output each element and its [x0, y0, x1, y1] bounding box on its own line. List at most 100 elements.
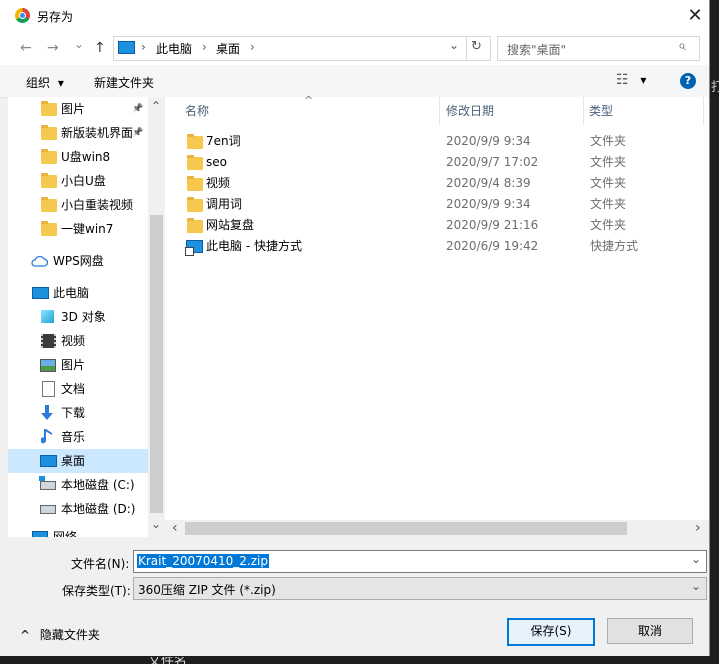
folder-icon	[41, 173, 57, 188]
cloud-icon	[31, 255, 48, 267]
hide-folders-toggle[interactable]: ^ 隐藏文件夹	[20, 626, 100, 643]
save-button[interactable]: 保存(S)	[507, 618, 595, 646]
tree-item-label: 图片	[61, 358, 86, 372]
help-icon: ?	[684, 74, 692, 87]
tree-item-drive-c[interactable]: 本地磁盘 (C:)	[8, 473, 148, 497]
file-name: 此电脑 - 快捷方式	[206, 239, 302, 253]
quick-access-item[interactable]: 新版装机界面 📌	[8, 121, 148, 145]
address-dropdown-button[interactable]: ⌄	[449, 38, 459, 52]
quick-access-item[interactable]: 小白重装视频	[8, 193, 148, 217]
tree-item-label: U盘win8	[61, 150, 111, 164]
quick-access-item[interactable]: 小白U盘	[8, 169, 148, 193]
chevron-down-icon[interactable]: ⌄	[691, 552, 701, 566]
drive-icon	[40, 505, 56, 514]
scroll-thumb[interactable]	[150, 215, 163, 513]
folder-icon	[41, 101, 57, 116]
column-header-type[interactable]: 类型	[589, 97, 699, 125]
tree-item-label: 视频	[61, 334, 86, 348]
file-type: 文件夹	[590, 155, 627, 169]
tree-item-downloads[interactable]: 下载	[8, 401, 148, 425]
file-row[interactable]: 视频 2020/9/4 8:39 文件夹	[165, 173, 709, 194]
recent-locations-button[interactable]: ⌄	[74, 37, 84, 51]
organize-label: 组织	[26, 76, 51, 90]
search-icon[interactable]: ⌕	[678, 38, 686, 54]
tree-item-3d-objects[interactable]: 3D 对象	[8, 305, 148, 329]
tree-item-documents[interactable]: 文档	[8, 377, 148, 401]
breadcrumb-this-pc[interactable]: 此电脑	[156, 40, 192, 57]
file-row[interactable]: 7en词 2020/9/9 9:34 文件夹	[165, 131, 709, 152]
file-name: 网站复盘	[206, 218, 255, 232]
file-row[interactable]: 网站复盘 2020/9/9 21:16 文件夹	[165, 215, 709, 236]
back-button[interactable]: ←	[20, 40, 32, 56]
address-bar[interactable]: › 此电脑 › 桌面 › ⌄ ↻	[113, 36, 491, 61]
file-list-hscrollbar[interactable]: ‹ ›	[165, 520, 709, 537]
tree-item-videos[interactable]: 视频	[8, 329, 148, 353]
quick-access-item[interactable]: 一键win7	[8, 217, 148, 241]
scroll-left-button[interactable]: ‹	[172, 520, 178, 537]
filename-label: 文件名(N):	[71, 557, 130, 571]
file-date: 2020/9/7 17:02	[446, 155, 539, 169]
music-note-icon	[41, 429, 52, 444]
folder-icon	[41, 221, 57, 236]
folder-icon	[41, 197, 57, 212]
tree-item-label: 此电脑	[53, 286, 90, 300]
quick-access-item[interactable]: U盘win8	[8, 145, 148, 169]
breadcrumb-separator: ›	[202, 40, 207, 54]
help-button[interactable]: ?	[680, 73, 696, 89]
search-box[interactable]: 搜索"桌面" ⌕	[497, 36, 700, 61]
view-icon: ☷	[616, 72, 629, 88]
tree-item-network[interactable]: 网络	[8, 525, 148, 537]
forward-button[interactable]: →	[47, 40, 59, 56]
file-row[interactable]: seo 2020/9/7 17:02 文件夹	[165, 152, 709, 173]
file-row[interactable]: 此电脑 - 快捷方式 2020/6/9 19:42 快捷方式	[165, 236, 709, 257]
column-header-date[interactable]: 修改日期	[446, 97, 581, 125]
file-row[interactable]: 调用词 2020/9/9 9:34 文件夹	[165, 194, 709, 215]
folder-icon	[41, 149, 57, 164]
filename-input[interactable]: Krait_20070410_2.zip ⌄	[133, 550, 707, 573]
windows-logo-icon	[39, 476, 45, 481]
file-type: 文件夹	[590, 218, 627, 232]
quick-access-item[interactable]: 图片 📌	[8, 97, 148, 121]
file-name: 7en词	[206, 134, 241, 148]
picture-icon	[40, 359, 56, 372]
scroll-up-button[interactable]: ⌃	[151, 99, 161, 113]
tree-item-desktop[interactable]: 桌面	[8, 449, 148, 473]
cancel-label: 取消	[637, 624, 662, 638]
organize-button[interactable]: 组织 ▾	[26, 74, 64, 91]
file-date: 2020/9/9 9:34	[446, 134, 531, 148]
search-input[interactable]: 搜索"桌面"	[507, 41, 566, 58]
file-type: 快捷方式	[590, 239, 639, 253]
breadcrumb-separator: ›	[250, 40, 255, 54]
filetype-select[interactable]: 360压缩 ZIP 文件 (*.zip) ⌄	[133, 577, 707, 600]
tree-item-label: 3D 对象	[61, 310, 106, 324]
scroll-down-button[interactable]: ⌄	[151, 517, 161, 531]
tree-item-this-pc[interactable]: 此电脑	[8, 281, 148, 305]
tree-item-pictures[interactable]: 图片	[8, 353, 148, 377]
refresh-button[interactable]: ↻	[471, 39, 482, 54]
tree-item-wps-cloud[interactable]: WPS网盘	[8, 249, 148, 273]
background-text-bottom: 文件名	[148, 657, 187, 664]
tree-item-label: 一键win7	[61, 222, 114, 236]
hide-folders-label: 隐藏文件夹	[39, 628, 100, 642]
tree-item-music[interactable]: 音乐	[8, 425, 148, 449]
scroll-thumb[interactable]	[185, 522, 627, 535]
close-button[interactable]: ✕	[684, 5, 706, 27]
filetype-value: 360压缩 ZIP 文件 (*.zip)	[138, 583, 276, 597]
system-drive-icon	[40, 481, 56, 490]
tree-item-label: WPS网盘	[53, 254, 104, 268]
scroll-right-button[interactable]: ›	[695, 520, 701, 537]
tree-item-label: 小白U盘	[61, 174, 106, 188]
up-button[interactable]: ↑	[94, 40, 106, 56]
view-options-button[interactable]: ☷ ▾	[616, 72, 646, 88]
film-icon	[41, 334, 56, 348]
tree-item-label: 新版装机界面	[61, 126, 134, 140]
tree-item-drive-d[interactable]: 本地磁盘 (D:)	[8, 497, 148, 521]
cancel-button[interactable]: 取消	[607, 618, 693, 644]
breadcrumb-desktop[interactable]: 桌面	[216, 40, 240, 57]
new-folder-button[interactable]: 新建文件夹	[94, 74, 154, 91]
pin-icon: 📌	[132, 104, 144, 114]
filename-value: Krait_20070410_2.zip	[137, 554, 269, 568]
file-date: 2020/9/9 9:34	[446, 197, 531, 211]
navigation-pane-scrollbar[interactable]: ⌃ ⌄	[148, 97, 165, 537]
file-list: 名称 ^ 修改日期 类型 7en词 2020/9/9 9:34 文件夹 seo …	[165, 94, 709, 520]
